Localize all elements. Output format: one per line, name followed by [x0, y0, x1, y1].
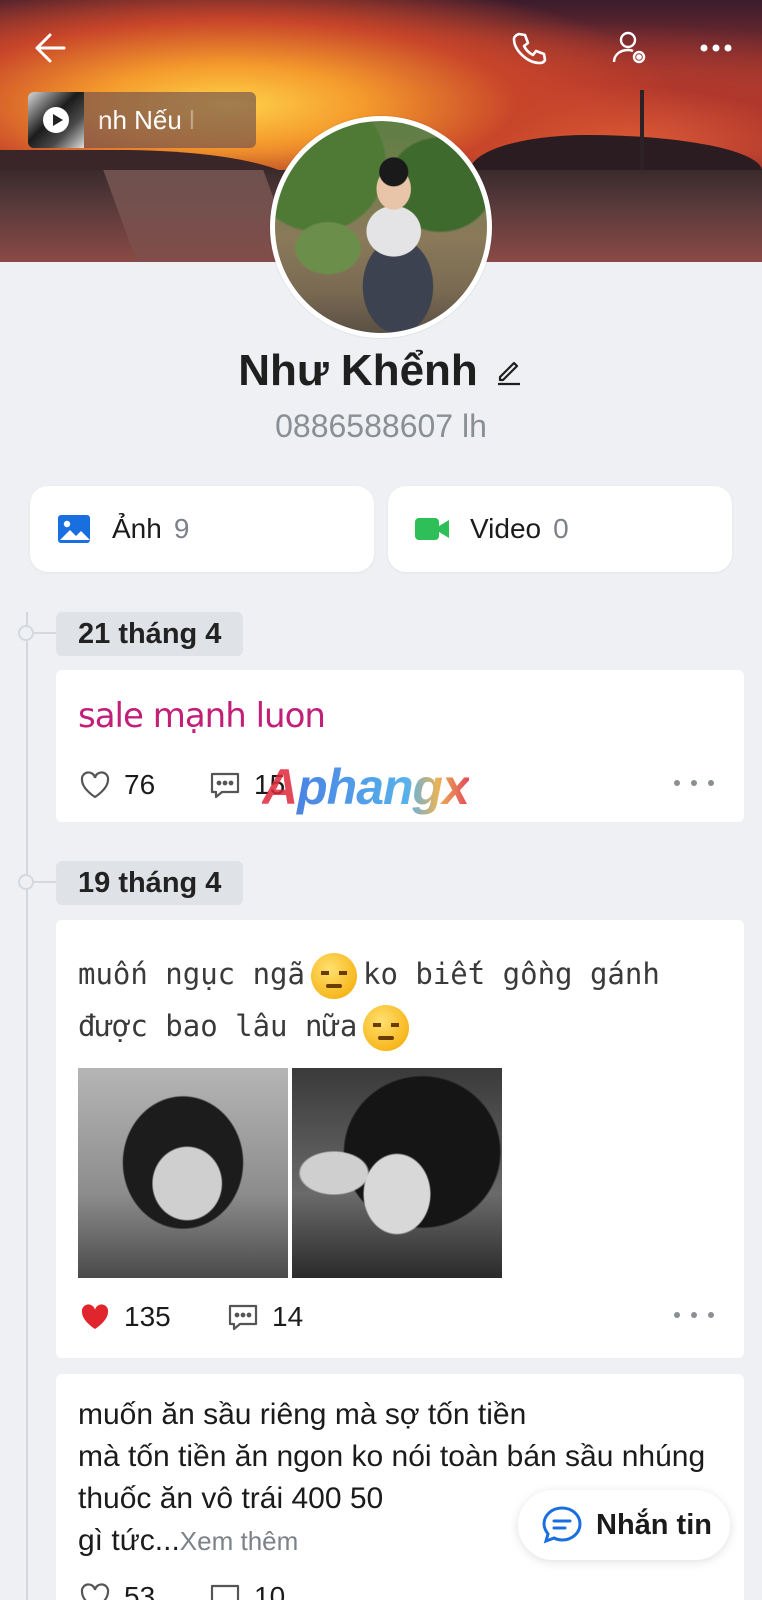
- back-button[interactable]: [24, 26, 76, 70]
- back-arrow-icon: [35, 33, 66, 63]
- timeline-tick: [34, 632, 56, 634]
- post-more-button[interactable]: [674, 1300, 714, 1330]
- more-icon: [700, 44, 732, 52]
- timeline-line: [26, 612, 28, 1600]
- phone-icon: [512, 32, 547, 65]
- like-count: 76: [124, 769, 156, 800]
- profile-subtitle: 0886588607 lh: [275, 408, 487, 444]
- profile-name-row: Như Khểnh: [0, 346, 762, 396]
- profile-settings-button[interactable]: [604, 26, 656, 70]
- date-chip: 21 tháng 4: [56, 612, 244, 656]
- pensive-face-icon: [310, 953, 357, 999]
- post-text-line: được bao lâu nữa: [78, 1009, 358, 1043]
- photos-count: 9: [173, 513, 190, 544]
- edit-name-button[interactable]: [494, 356, 524, 386]
- profile-name: Như Khểnh: [238, 346, 478, 395]
- play-icon[interactable]: [43, 107, 69, 133]
- see-more-link[interactable]: Xem thêm: [180, 1526, 299, 1556]
- comment-button[interactable]: 14: [226, 1300, 303, 1334]
- heart-filled-icon: [81, 1304, 109, 1329]
- like-button[interactable]: 53: [78, 1580, 208, 1600]
- comment-icon: [228, 1304, 258, 1331]
- pencil-icon: [497, 361, 520, 386]
- post-actions: 76 15: [78, 768, 285, 802]
- post-card[interactable]: muốn ăn sầu riêng mà sợ tốn tiền mà tốn …: [56, 1374, 744, 1600]
- watermark-logo: Aphangx: [262, 759, 470, 815]
- post-text-end: gì tức...: [78, 1524, 180, 1557]
- more-button[interactable]: [690, 26, 742, 70]
- like-count: 53: [124, 1581, 156, 1600]
- call-button[interactable]: [503, 26, 555, 70]
- post-card[interactable]: muốn ngục ngã ko biết gồng gánh được bao …: [56, 920, 744, 1358]
- timeline-dot: [18, 625, 34, 641]
- send-message-label: Nhắn tin: [596, 1508, 712, 1541]
- comment-icon: [210, 772, 240, 799]
- comment-count: 14: [272, 1301, 304, 1332]
- pensive-face-icon: [363, 1005, 410, 1051]
- post-text-line: ko biết gồng gánh: [362, 957, 660, 991]
- post-text: sale mạnh luon: [78, 696, 326, 736]
- profile-avatar[interactable]: [270, 116, 492, 338]
- post-actions: 135 14: [78, 1300, 303, 1334]
- post-actions: 53 10: [78, 1580, 285, 1600]
- music-title: nh Nếu l: [98, 104, 195, 135]
- timeline-tick: [34, 881, 56, 883]
- comment-button[interactable]: 10: [208, 1580, 285, 1600]
- music-thumbnail: [28, 92, 84, 148]
- profile-music-player[interactable]: nh Nếu l: [28, 92, 256, 148]
- video-camera-icon: [414, 511, 450, 547]
- user-settings-icon: [612, 31, 646, 64]
- post-more-button[interactable]: [674, 768, 714, 798]
- chat-bubble-icon: [542, 1506, 582, 1544]
- photos-label: Ảnh: [112, 513, 162, 544]
- heart-outline-icon: [80, 771, 110, 799]
- like-button[interactable]: 135: [78, 1300, 226, 1334]
- videos-card[interactable]: Video 0: [388, 486, 732, 572]
- like-count: 135: [124, 1301, 171, 1332]
- heart-outline-icon: [80, 1583, 110, 1600]
- post-text: muốn ngục ngã ko biết gồng gánh được bao …: [78, 948, 728, 1052]
- timeline-dot: [18, 874, 34, 890]
- send-message-button[interactable]: Nhắn tin: [518, 1490, 730, 1560]
- post-photo[interactable]: [78, 1068, 288, 1278]
- date-chip: 19 tháng 4: [56, 861, 244, 905]
- post-text-line: muốn ngục ngã: [78, 957, 305, 991]
- like-button[interactable]: 76: [78, 768, 208, 802]
- photos-card[interactable]: Ảnh 9: [30, 486, 374, 572]
- post-photo[interactable]: [292, 1068, 502, 1278]
- comment-count: 10: [254, 1581, 286, 1600]
- videos-label: Video: [470, 513, 542, 544]
- image-icon: [56, 511, 92, 547]
- videos-count: 0: [553, 513, 569, 544]
- comment-icon: [210, 1584, 240, 1600]
